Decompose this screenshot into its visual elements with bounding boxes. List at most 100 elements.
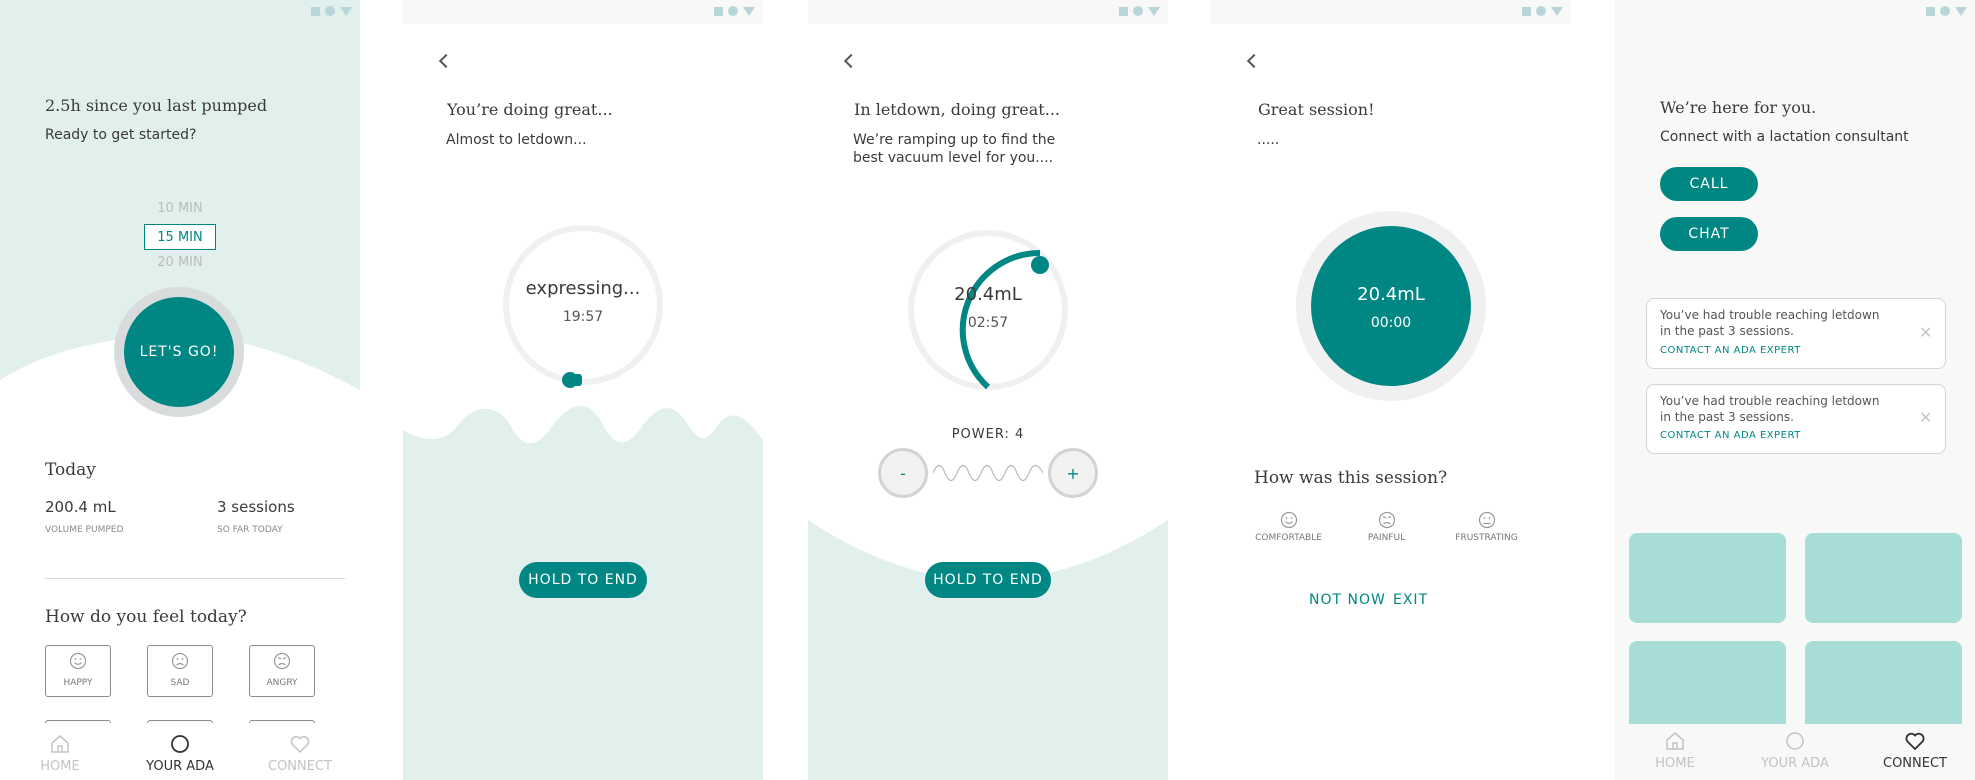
title: In letdown, doing great... <box>854 100 1060 119</box>
tab-connect[interactable]: CONNECT <box>1865 730 1965 771</box>
dots: ..... <box>1257 132 1280 148</box>
status-bar <box>1211 0 1571 24</box>
result-circle <box>1311 226 1471 386</box>
happy-face-icon <box>1280 511 1297 529</box>
rating-frustrating[interactable]: FRUSTRATING <box>1444 511 1529 543</box>
timer: 00:00 <box>1370 315 1412 331</box>
volume-value: 20.4mL <box>1357 284 1425 305</box>
screen-letdown: In letdown, doing great... We’re ramping… <box>808 0 1168 780</box>
alert-text: You’ve had trouble reaching letdown in t… <box>1660 308 1880 338</box>
rating-label: FRUSTRATING <box>1455 533 1518 543</box>
timer: 19:57 <box>562 309 604 325</box>
tab-home-label: HOME <box>40 759 80 774</box>
screen-connect: We’re here for you. Connect with a lacta… <box>1615 0 1975 780</box>
tab-home-label: HOME <box>1655 756 1695 771</box>
bottom-nav: HOME YOUR ADA CONNECT <box>0 723 360 780</box>
circle-icon <box>325 6 335 16</box>
tab-home[interactable]: HOME <box>1635 730 1715 771</box>
duration-10[interactable]: 10 MIN <box>130 201 230 216</box>
rating-label: COMFORTABLE <box>1255 533 1322 543</box>
alert-card: You’ve had trouble reaching letdown in t… <box>1646 298 1946 369</box>
status-bar <box>1615 0 1975 24</box>
frustrated-face-icon <box>1478 511 1495 529</box>
circle-icon <box>728 6 738 16</box>
circle-icon <box>171 735 189 753</box>
power-increase-button[interactable]: + <box>1048 448 1098 498</box>
mood-happy[interactable]: HAPPY <box>45 645 111 697</box>
contact-expert-link[interactable]: CONTACT AN ADA EXPERT <box>1660 430 1801 441</box>
power-label: POWER: 4 <box>951 427 1025 442</box>
title: We’re here for you. <box>1660 98 1817 117</box>
home-icon <box>51 735 69 753</box>
title: Great session! <box>1258 100 1375 119</box>
status-bar <box>808 0 1168 24</box>
circle-icon <box>1536 6 1546 16</box>
mood-sad[interactable]: SAD <box>147 645 213 697</box>
tab-your-ada-label: YOUR ADA <box>1761 756 1829 771</box>
triangle-icon <box>1551 6 1563 16</box>
triangle-icon <box>1148 6 1160 16</box>
square-icon <box>1926 6 1935 16</box>
mood-label: SAD <box>170 678 190 688</box>
progress-ring <box>908 230 1068 390</box>
close-icon[interactable]: ✕ <box>1919 323 1932 342</box>
power-decrease-button[interactable]: - <box>878 448 928 498</box>
square-icon <box>1119 6 1128 16</box>
duration-15[interactable]: 15 MIN <box>144 224 216 250</box>
ready-text: Ready to get started? <box>45 127 197 143</box>
today-heading: Today <box>45 460 96 480</box>
tab-connect-label: CONNECT <box>1883 756 1947 771</box>
feel-heading: How do you feel today? <box>45 607 247 627</box>
call-button[interactable]: CALL <box>1660 167 1758 201</box>
tab-connect[interactable]: CONNECT <box>250 733 350 774</box>
status-text: expressing... <box>525 278 641 299</box>
subtitle: We’re ramping up to find the best vacuum… <box>853 132 1056 166</box>
not-now-button[interactable]: NOT NOW <box>1309 592 1386 608</box>
square-icon <box>1522 6 1531 16</box>
hold-to-end-button[interactable]: HOLD TO END <box>519 562 647 598</box>
triangle-icon <box>340 6 352 16</box>
mood-label: HAPPY <box>63 678 93 688</box>
bottom-nav: HOME YOUR ADA CONNECT <box>1615 724 1975 780</box>
rating-comfortable[interactable]: COMFORTABLE <box>1246 511 1331 543</box>
sessions-label: SO FAR TODAY <box>217 525 283 535</box>
happy-face-icon <box>69 652 87 670</box>
exit-button[interactable]: EXIT <box>1393 592 1428 608</box>
volume-label: VOLUME PUMPED <box>45 525 124 535</box>
rating-painful[interactable]: PAINFUL <box>1349 511 1424 543</box>
circle-icon <box>1940 6 1950 16</box>
triangle-icon <box>743 6 755 16</box>
volume-value: 200.4 mL <box>45 498 116 516</box>
angry-face-icon <box>273 652 291 670</box>
circle-icon <box>1786 732 1804 750</box>
status-bar <box>403 0 763 24</box>
alert-card: You’ve had trouble reaching letdown in t… <box>1646 384 1946 454</box>
content-tile[interactable] <box>1805 641 1962 731</box>
content-tile[interactable] <box>1805 533 1962 623</box>
title: You’re doing great... <box>447 100 613 119</box>
content-tile[interactable] <box>1629 641 1786 731</box>
chat-button[interactable]: CHAT <box>1660 217 1758 251</box>
progress-ring <box>503 225 663 388</box>
status-bar <box>0 0 360 24</box>
divider <box>45 578 345 579</box>
subtitle: Connect with a lactation consultant <box>1660 129 1909 145</box>
triangle-icon <box>1955 6 1967 16</box>
go-button[interactable]: LET'S GO! <box>124 297 234 407</box>
close-icon[interactable]: ✕ <box>1919 408 1932 427</box>
sad-face-icon <box>1378 511 1395 529</box>
tab-home[interactable]: HOME <box>20 733 100 774</box>
home-icon <box>1666 732 1684 750</box>
tab-your-ada[interactable]: YOUR ADA <box>1745 730 1845 771</box>
square-icon <box>311 6 320 16</box>
back-arrow-icon[interactable] <box>1246 53 1262 69</box>
mood-angry[interactable]: ANGRY <box>249 645 315 697</box>
subtitle: Almost to letdown... <box>446 132 587 148</box>
screen-session-complete: Great session! ..... 20.4mL 00:00 How wa… <box>1211 0 1571 780</box>
hold-to-end-button[interactable]: HOLD TO END <box>925 562 1051 598</box>
tab-your-ada-label: YOUR ADA <box>146 759 214 774</box>
tab-your-ada[interactable]: YOUR ADA <box>130 733 230 774</box>
content-tile[interactable] <box>1629 533 1786 623</box>
duration-20[interactable]: 20 MIN <box>130 255 230 270</box>
contact-expert-link[interactable]: CONTACT AN ADA EXPERT <box>1660 345 1801 356</box>
